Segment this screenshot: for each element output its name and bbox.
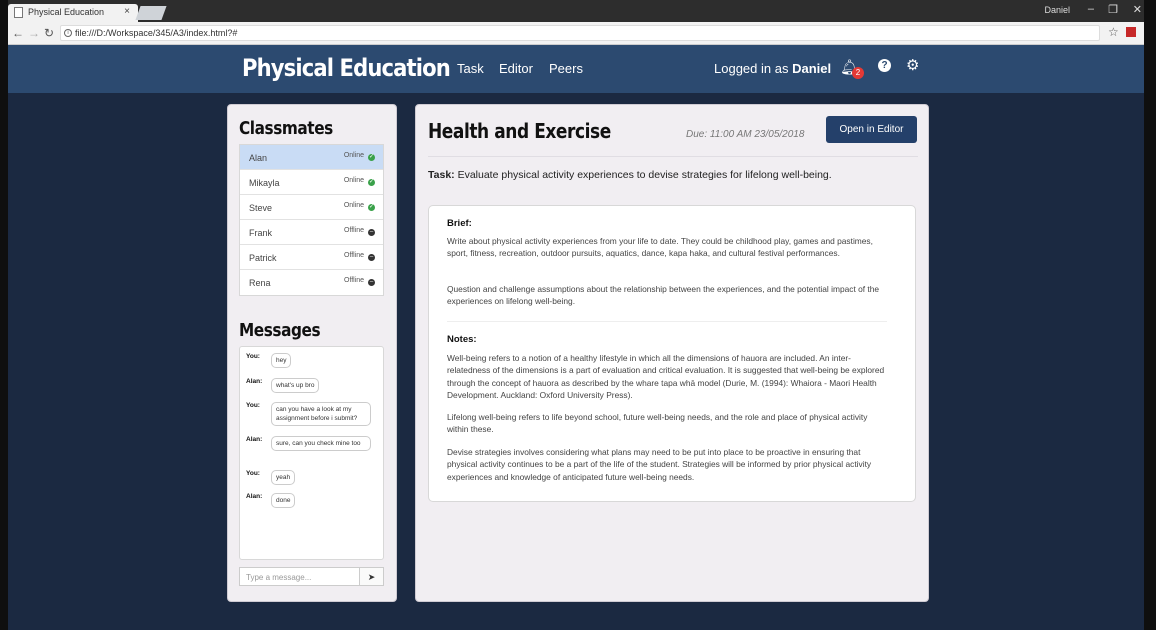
divider xyxy=(428,156,918,157)
restore-icon[interactable]: ❐ xyxy=(1108,3,1118,16)
message-input[interactable]: Type a message... xyxy=(239,567,360,586)
due-date: Due: 11:00 AM 23/05/2018 xyxy=(686,129,805,140)
brief-card: Brief: Write about physical activity exp… xyxy=(428,205,916,502)
classmate-item[interactable]: Patrick Offline – xyxy=(240,245,383,270)
messages-title: Messages xyxy=(239,320,321,341)
status-badge: Offline – xyxy=(343,227,375,236)
message-sender: Alan: xyxy=(246,378,263,385)
status-badge: Online ✓ xyxy=(343,152,375,161)
back-icon[interactable]: ← xyxy=(12,26,24,40)
message-bubble: hey xyxy=(271,353,292,368)
brief-paragraph: Write about physical activity experience… xyxy=(447,236,873,259)
classmate-name: Rena xyxy=(249,278,271,288)
classmate-name: Patrick xyxy=(249,253,277,263)
notes-heading: Notes: xyxy=(447,334,477,345)
offline-icon: – xyxy=(368,254,375,261)
help-icon[interactable]: ? xyxy=(878,59,891,72)
send-icon[interactable]: ➤ xyxy=(360,567,384,586)
brief-paragraph: Question and challenge assumptions about… xyxy=(447,284,880,307)
task-label: Task: xyxy=(428,169,455,181)
app-navbar: Physical Education Task Editor Peers Log… xyxy=(8,45,1144,93)
browser-tabstrip xyxy=(0,0,1156,22)
new-tab-button[interactable] xyxy=(135,6,167,20)
window-user[interactable]: Daniel xyxy=(1044,5,1070,15)
nav-task-link[interactable]: Task xyxy=(457,61,484,76)
status-badge: Online ✓ xyxy=(343,202,375,211)
classmate-name: Frank xyxy=(249,228,273,238)
nav-peers-link[interactable]: Peers xyxy=(549,61,583,76)
url-text: file:///D:/Workspace/345/A3/index.html?# xyxy=(75,28,238,38)
browser-tab-title: Physical Education xyxy=(28,7,105,17)
online-icon: ✓ xyxy=(368,179,375,186)
notes-paragraph: Devise strategies involves considering w… xyxy=(447,447,872,482)
task-text: Evaluate physical activity experiences t… xyxy=(454,169,832,181)
classmate-name: Alan xyxy=(249,153,268,163)
reload-icon[interactable]: ↻ xyxy=(44,26,54,40)
brief-heading: Brief: xyxy=(447,218,472,229)
status-badge: Offline – xyxy=(343,252,375,261)
bookmark-star-icon[interactable]: ☆ xyxy=(1108,25,1119,39)
online-icon: ✓ xyxy=(368,204,375,211)
close-window-icon[interactable]: ✕ xyxy=(1133,3,1142,16)
username: Daniel xyxy=(792,61,832,76)
message-bubble: can you have a look at my assignment bef… xyxy=(271,402,371,426)
task-panel: Health and Exercise Due: 11:00 AM 23/05/… xyxy=(415,104,929,602)
page-icon xyxy=(14,7,23,18)
nav-editor-link[interactable]: Editor xyxy=(499,61,533,76)
classmates-title: Classmates xyxy=(239,118,333,139)
message-bubble: yeah xyxy=(271,470,296,485)
browser-tab[interactable]: Physical Education × xyxy=(8,4,138,22)
message-composer: Type a message... ➤ xyxy=(239,567,384,586)
minimize-icon[interactable]: – xyxy=(1088,3,1094,15)
window-edge-left xyxy=(0,0,8,630)
message-bubble: sure, can you check mine too xyxy=(271,436,371,451)
classmate-item[interactable]: Alan Online ✓ xyxy=(240,145,383,170)
message-sender: Alan: xyxy=(246,436,263,443)
status-badge: Offline – xyxy=(343,277,375,286)
classmate-item[interactable]: Steve Online ✓ xyxy=(240,195,383,220)
sidebar-panel: Classmates Alan Online ✓ Mikayla Online … xyxy=(227,104,397,602)
close-tab-icon[interactable]: × xyxy=(124,6,130,17)
gear-icon[interactable]: ⚙ xyxy=(906,56,919,74)
online-icon: ✓ xyxy=(368,154,375,161)
offline-icon: – xyxy=(368,229,375,236)
classmate-item[interactable]: Rena Offline – xyxy=(240,270,383,295)
address-bar: ← → ↻ i file:///D:/Workspace/345/A3/inde… xyxy=(8,22,1156,45)
classmate-item[interactable]: Frank Offline – xyxy=(240,220,383,245)
message-sender: You: xyxy=(246,402,260,409)
classmate-item[interactable]: Mikayla Online ✓ xyxy=(240,170,383,195)
task-title: Health and Exercise xyxy=(428,119,611,143)
offline-icon: – xyxy=(368,279,375,286)
status-badge: Online ✓ xyxy=(343,177,375,186)
extension-icon[interactable] xyxy=(1126,27,1136,37)
window-edge-right xyxy=(1144,0,1156,630)
forward-icon[interactable]: → xyxy=(28,26,40,40)
brand-title[interactable]: Physical Education xyxy=(242,54,451,82)
notes-paragraph: Well-being refers to a notion of a healt… xyxy=(447,353,885,401)
message-sender: You: xyxy=(246,353,260,360)
message-bubble: what's up bro xyxy=(271,378,320,393)
classmate-name: Mikayla xyxy=(249,178,280,188)
open-in-editor-button[interactable]: Open in Editor xyxy=(826,116,917,143)
info-icon[interactable]: i xyxy=(64,29,72,37)
message-sender: You: xyxy=(246,470,260,477)
notes-paragraph: Lifelong well-being refers to life beyon… xyxy=(447,412,868,435)
message-bubble: done xyxy=(271,493,296,508)
logged-in-label: Logged in as Daniel xyxy=(714,61,832,76)
task-statement: Task: Evaluate physical activity experie… xyxy=(428,169,832,181)
messages-log[interactable]: You: hey Alan: what's up bro You: can yo… xyxy=(239,346,384,560)
message-sender: Alan: xyxy=(246,493,263,500)
classmate-name: Steve xyxy=(249,203,273,213)
url-field[interactable]: i file:///D:/Workspace/345/A3/index.html… xyxy=(60,25,1100,41)
classmates-list: Alan Online ✓ Mikayla Online ✓ Steve Onl… xyxy=(239,144,384,296)
notification-badge: 2 xyxy=(852,67,864,79)
divider xyxy=(447,321,887,322)
